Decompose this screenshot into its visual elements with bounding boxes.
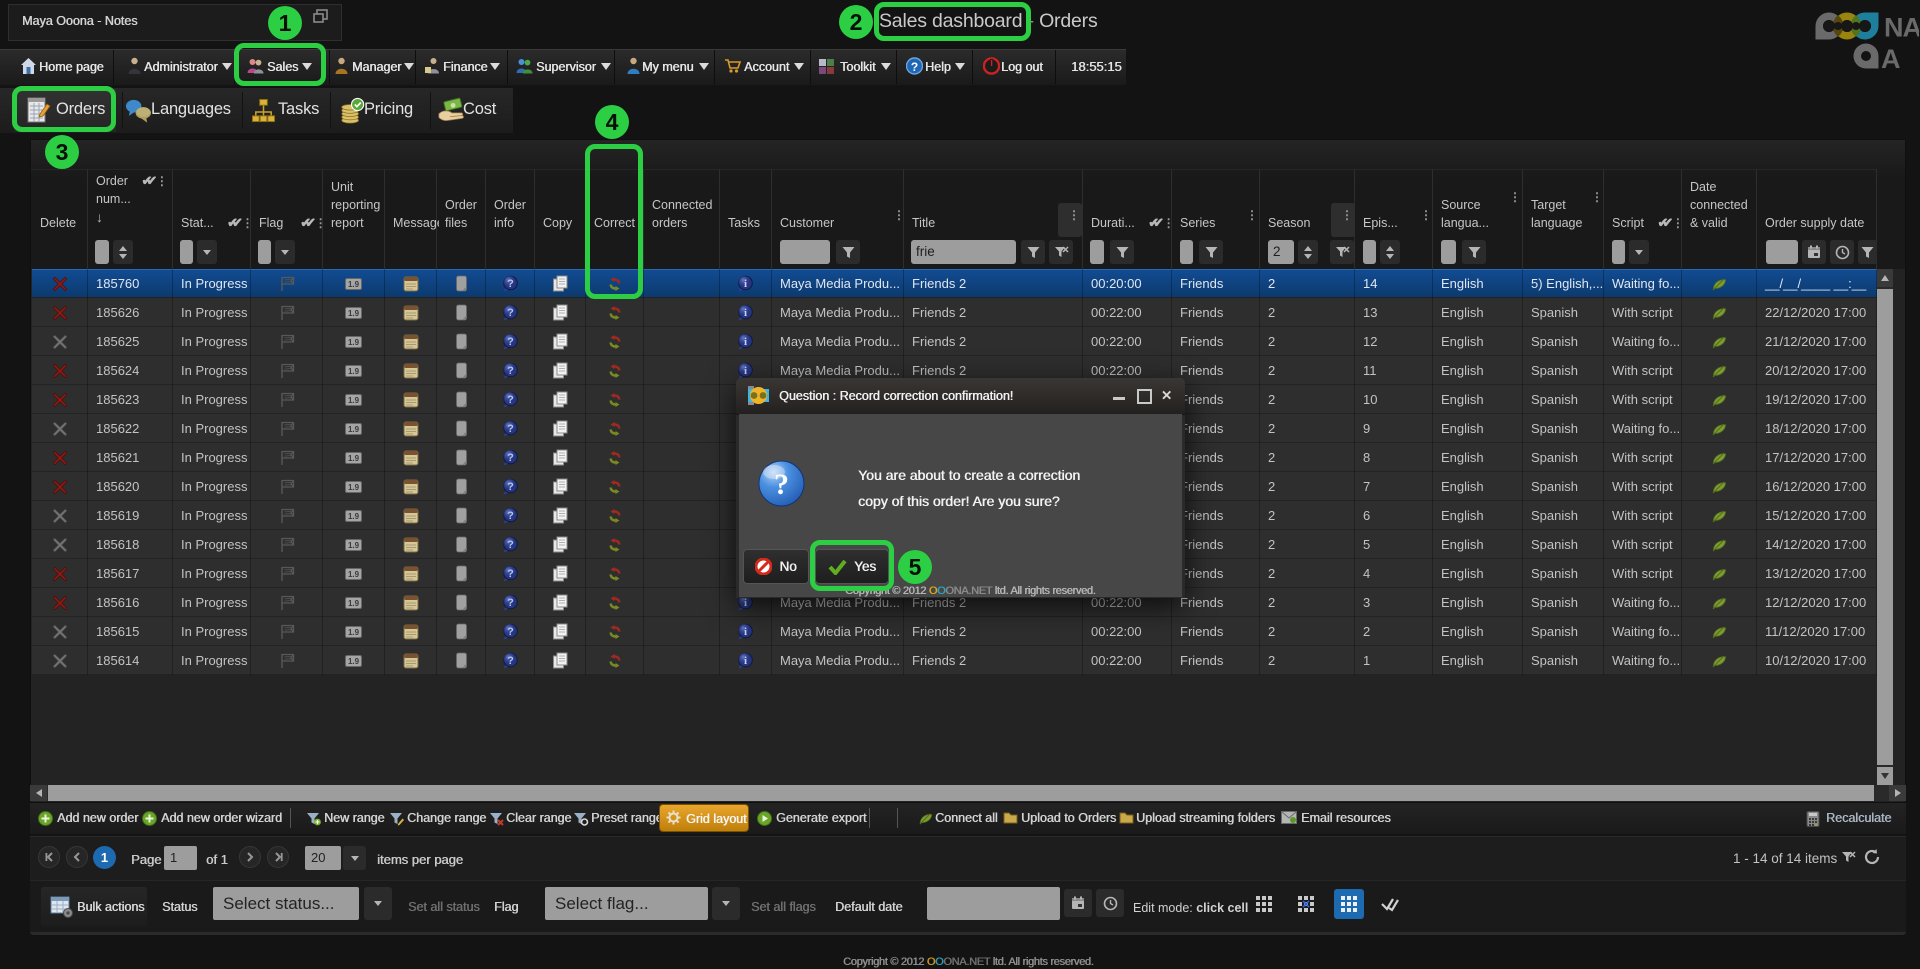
- svg-text:NA: NA: [1884, 13, 1919, 43]
- svg-text:A: A: [1881, 44, 1901, 69]
- svg-text:?: ?: [911, 60, 918, 74]
- svg-text:?: ?: [774, 468, 789, 501]
